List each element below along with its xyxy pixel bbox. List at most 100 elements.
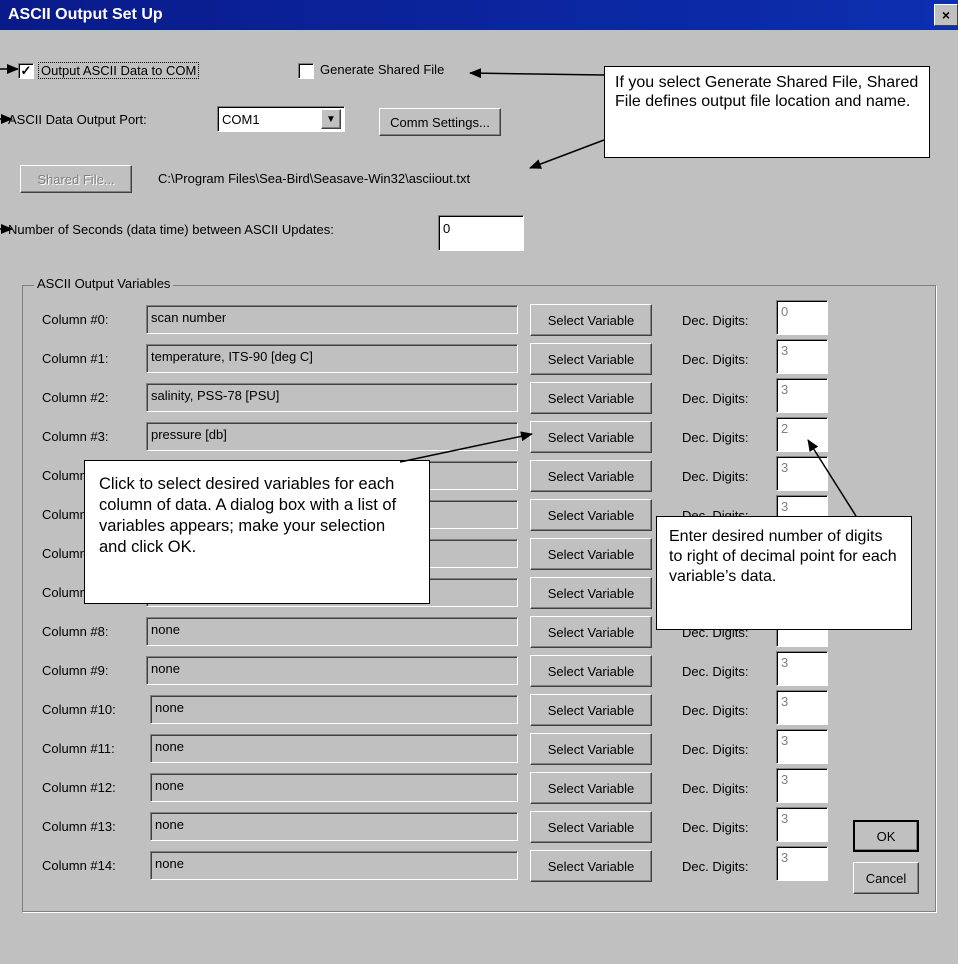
dec-digits-value: 3 bbox=[781, 343, 789, 358]
column-label: Column #3: bbox=[42, 429, 109, 444]
variable-field: none bbox=[150, 773, 518, 802]
select-variable-button[interactable]: Select Variable bbox=[530, 655, 652, 687]
check-icon: ✓ bbox=[20, 63, 32, 78]
callout-dec-digits: Enter desired number of digits to right … bbox=[656, 516, 912, 630]
variable-name: none bbox=[155, 700, 184, 715]
shared-file-button[interactable]: Shared File... bbox=[20, 165, 132, 193]
dec-digits-label: Dec. Digits: bbox=[682, 469, 749, 484]
ok-button[interactable]: OK bbox=[853, 820, 919, 852]
variable-name: none bbox=[151, 622, 180, 637]
variable-name: none bbox=[155, 739, 184, 754]
cancel-button[interactable]: Cancel bbox=[853, 862, 919, 894]
variable-field: temperature, ITS-90 [deg C] bbox=[146, 344, 518, 373]
group-title: ASCII Output Variables bbox=[34, 276, 174, 291]
column-label: Column #2: bbox=[42, 390, 109, 405]
callout-shared-file: If you select Generate Shared File, Shar… bbox=[604, 66, 930, 158]
select-variable-button[interactable]: Select Variable bbox=[530, 850, 652, 882]
select-variable-button[interactable]: Select Variable bbox=[530, 733, 652, 765]
variable-field: none bbox=[150, 695, 518, 724]
select-variable-button[interactable]: Select Variable bbox=[530, 304, 652, 336]
dec-digits-label: Dec. Digits: bbox=[682, 664, 749, 679]
dec-digits-input[interactable]: 3 bbox=[776, 690, 828, 725]
select-variable-button[interactable]: Select Variable bbox=[530, 772, 652, 804]
ascii-output-dialog: ASCII Output Set Up × ✓ Output ASCII Dat… bbox=[0, 0, 958, 964]
dec-digits-input[interactable]: 3 bbox=[776, 768, 828, 803]
select-variable-button[interactable]: Select Variable bbox=[530, 421, 652, 453]
close-button[interactable]: × bbox=[934, 4, 958, 26]
select-variable-button[interactable]: Select Variable bbox=[530, 538, 652, 570]
port-value: COM1 bbox=[222, 111, 260, 127]
shared-file-path: C:\Program Files\Sea-Bird\Seasave-Win32\… bbox=[158, 171, 471, 186]
select-variable-button[interactable]: Select Variable bbox=[530, 616, 652, 648]
column-label: Column #8: bbox=[42, 624, 109, 639]
title-bar: ASCII Output Set Up × bbox=[0, 0, 958, 30]
dec-digits-input[interactable]: 3 bbox=[776, 456, 828, 491]
seconds-input[interactable]: 0 bbox=[438, 215, 524, 251]
column-label: Column #0: bbox=[42, 312, 109, 327]
callout-select-variable: Click to select desired variables for ea… bbox=[84, 460, 430, 604]
dec-digits-value: 3 bbox=[781, 811, 789, 826]
output-ascii-com-checkbox[interactable]: ✓ bbox=[18, 63, 34, 79]
dec-digits-label: Dec. Digits: bbox=[682, 313, 749, 328]
variable-field: salinity, PSS-78 [PSU] bbox=[146, 383, 518, 412]
dec-digits-label: Dec. Digits: bbox=[682, 742, 749, 757]
dec-digits-value: 3 bbox=[781, 460, 789, 475]
dec-digits-label: Dec. Digits: bbox=[682, 352, 749, 367]
select-variable-button[interactable]: Select Variable bbox=[530, 499, 652, 531]
variable-field: none bbox=[146, 617, 518, 646]
dec-digits-value: 3 bbox=[781, 772, 789, 787]
column-label: Column #1: bbox=[42, 351, 109, 366]
arrow-to-shared-path bbox=[529, 139, 605, 169]
generate-shared-file-checkbox[interactable] bbox=[298, 63, 314, 79]
dec-digits-label: Dec. Digits: bbox=[682, 859, 749, 874]
select-variable-button[interactable]: Select Variable bbox=[530, 577, 652, 609]
variable-name: none bbox=[155, 778, 184, 793]
column-label: Column #11: bbox=[42, 741, 115, 756]
variable-name: none bbox=[151, 661, 180, 676]
variable-name: salinity, PSS-78 [PSU] bbox=[151, 388, 280, 403]
column-label: Column #12: bbox=[42, 780, 116, 795]
close-icon: × bbox=[941, 7, 951, 23]
dec-digits-input[interactable]: 3 bbox=[776, 807, 828, 842]
generate-shared-file-label: Generate Shared File bbox=[320, 62, 445, 77]
dec-digits-input[interactable]: 0 bbox=[776, 300, 828, 335]
dec-digits-input[interactable]: 2 bbox=[776, 417, 828, 452]
dec-digits-label: Dec. Digits: bbox=[682, 703, 749, 718]
dec-digits-input[interactable]: 3 bbox=[776, 339, 828, 374]
dec-digits-input[interactable]: 3 bbox=[776, 378, 828, 413]
dec-digits-input[interactable]: 3 bbox=[776, 651, 828, 686]
dec-digits-value: 3 bbox=[781, 694, 789, 709]
dec-digits-value: 3 bbox=[781, 850, 789, 865]
dec-digits-value: 3 bbox=[781, 499, 789, 514]
seconds-label: Number of Seconds (data time) between AS… bbox=[8, 222, 334, 237]
comm-settings-button[interactable]: Comm Settings... bbox=[379, 108, 501, 136]
select-variable-button[interactable]: Select Variable bbox=[530, 343, 652, 375]
select-variable-button[interactable]: Select Variable bbox=[530, 382, 652, 414]
port-label: ASCII Data Output Port: bbox=[8, 112, 147, 127]
port-select[interactable]: COM1 ▼ bbox=[217, 106, 345, 132]
seconds-value: 0 bbox=[443, 221, 451, 236]
variable-field: none bbox=[150, 812, 518, 841]
variable-name: pressure [db] bbox=[151, 427, 227, 442]
output-ascii-com-label: Output ASCII Data to COM bbox=[38, 62, 200, 79]
variable-field: pressure [db] bbox=[146, 422, 518, 451]
dec-digits-value: 0 bbox=[781, 304, 789, 319]
column-label: Column #9: bbox=[42, 663, 109, 678]
dec-digits-value: 3 bbox=[781, 382, 789, 397]
select-variable-button[interactable]: Select Variable bbox=[530, 694, 652, 726]
dec-digits-value: 3 bbox=[781, 655, 789, 670]
arrow-to-generate-shared bbox=[469, 68, 605, 79]
variable-field: none bbox=[150, 851, 518, 880]
dec-digits-input[interactable]: 3 bbox=[776, 846, 828, 881]
chevron-down-icon[interactable]: ▼ bbox=[321, 109, 341, 129]
window-title: ASCII Output Set Up bbox=[8, 6, 163, 23]
variable-field: none bbox=[146, 656, 518, 685]
select-variable-button[interactable]: Select Variable bbox=[530, 811, 652, 843]
column-label: Column #10: bbox=[42, 702, 116, 717]
column-label: Column #14: bbox=[42, 858, 116, 873]
dec-digits-label: Dec. Digits: bbox=[682, 430, 749, 445]
select-variable-button[interactable]: Select Variable bbox=[530, 460, 652, 492]
dec-digits-input[interactable]: 3 bbox=[776, 729, 828, 764]
variable-field: none bbox=[150, 734, 518, 763]
dec-digits-label: Dec. Digits: bbox=[682, 781, 749, 796]
